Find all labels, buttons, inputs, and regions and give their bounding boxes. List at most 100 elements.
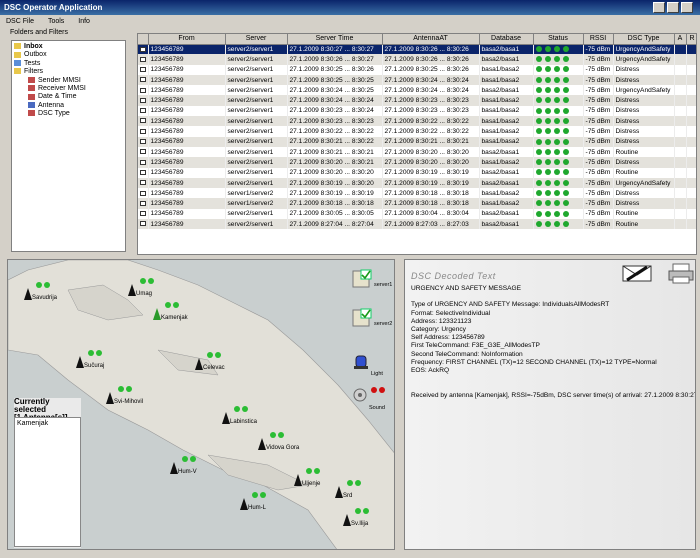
table-cell: basa1/basa2 (479, 198, 534, 209)
column-header[interactable]: Database (479, 34, 534, 45)
selected-antenna[interactable]: Kamenjak (17, 420, 48, 427)
selection-panel: Currently selected [1 Antenna[s]] Kamenj… (14, 398, 81, 548)
tree-item-date-time[interactable]: Date & Time (14, 93, 123, 101)
antenna-hum-v[interactable]: Hum-V (168, 456, 208, 484)
tree-item-inbox[interactable]: Inbox (14, 43, 123, 51)
table-cell: basa1/basa2 (479, 74, 534, 86)
close-button[interactable] (681, 2, 693, 13)
selection-list[interactable]: Kamenjak (14, 417, 81, 547)
table-row[interactable]: 123456789 server2/server1 27.1.2009 8:30:0… (138, 208, 696, 220)
table-cell: -75 dBm (583, 64, 614, 75)
table-cell: UrgencyAndSafety (613, 44, 675, 55)
column-header[interactable]: RSSI (583, 34, 614, 45)
table-cell: Routine (613, 219, 675, 230)
column-header[interactable] (138, 34, 149, 45)
table-row[interactable]: 123456789 server2/server1 27.1.2009 8:30:2… (138, 146, 696, 158)
antenna-labinstica[interactable]: Labinstica (220, 406, 260, 434)
table-cell (674, 177, 687, 189)
tree-item-tests[interactable]: Tests (14, 60, 123, 68)
antenna-uljenje[interactable]: Uljenje (292, 468, 332, 496)
menu-info[interactable]: Info (72, 15, 96, 28)
table-row[interactable]: 123456789 server2/server1 27.1.2009 8:30:2… (138, 54, 696, 65)
status-dots (533, 95, 584, 106)
server1-indicator[interactable]: server1 (352, 269, 392, 291)
column-header[interactable]: R (686, 34, 696, 45)
table-cell (686, 136, 696, 147)
table-row[interactable]: 123456789 server2/server1 27.1.2009 8:30:2… (138, 136, 696, 147)
table-cell: -75 dBm (583, 85, 614, 96)
table-row[interactable]: 123456789 server2/server1 27.1.2009 8:30:2… (138, 74, 696, 86)
table-row[interactable]: 123456789 server2/server1 27.1.2009 8:30:2… (138, 157, 696, 168)
table-row[interactable]: 123456789 server2/server1 27.1.2009 8:30:2… (138, 126, 696, 137)
menu-dsc-file[interactable]: DSC File (0, 15, 40, 28)
tree-item-filters[interactable]: Filters (14, 68, 123, 76)
filter-icon (28, 85, 35, 92)
table-row[interactable]: 123456789 server2/server1 27.1.2009 8:30:2… (138, 64, 696, 75)
mail-ack-icon[interactable] (621, 262, 655, 284)
table-cell: basa1/basa2 (479, 105, 534, 117)
table-cell: 27.1.2009 8:30:22 ... 8:30:22 (287, 126, 383, 137)
light-indicator[interactable]: Light (352, 352, 392, 377)
printer-icon[interactable] (667, 262, 696, 284)
table-cell (686, 177, 696, 189)
column-header[interactable]: AntennaAT (382, 34, 480, 45)
sound-indicator[interactable]: Sound (352, 386, 392, 411)
table-cell: 123456789 (148, 208, 226, 220)
server2-indicator[interactable]: server2 (352, 308, 392, 330)
column-header[interactable]: DSC Type (613, 34, 675, 45)
table-cell: 123456789 (148, 219, 226, 230)
antenna-vidova-gora[interactable]: Vidova Gora (256, 432, 299, 460)
tree-item-sender-mmsi[interactable]: Sender MMSI (14, 77, 123, 85)
table-row[interactable]: 123456789 server2/server1 27.1.2009 8:30:1… (138, 177, 696, 189)
table-cell (674, 198, 687, 209)
table-cell: Distress (613, 64, 675, 75)
table-cell: 27.1.2009 8:30:26 ... 8:30:26 (382, 44, 480, 55)
menu-tools[interactable]: Tools (42, 15, 70, 28)
table-cell (674, 188, 687, 199)
table-row[interactable]: 123456789 server2/server1 27.1.2009 8:30:2… (138, 116, 696, 127)
table-cell: server2/server1 (225, 146, 288, 158)
table-cell: basa2/basa1 (479, 44, 534, 55)
table-row[interactable]: 123456789 server2/server1 27.1.2009 8:30:2… (138, 85, 696, 96)
antenna-savudrija[interactable]: Savudrija (22, 282, 62, 310)
table-cell: 123456789 (148, 85, 226, 96)
row-mail-icon (138, 136, 149, 147)
tree-item-receiver-mmsi[interactable]: Receiver MMSI (14, 85, 123, 93)
antenna-hum-l[interactable]: Hum-L (238, 492, 278, 520)
table-cell (674, 95, 687, 106)
table-cell: 123456789 (148, 157, 226, 168)
antenna-sv-ilija[interactable]: Sv.Ilija (341, 508, 381, 536)
table-cell: server2/server1 (225, 208, 288, 220)
minimize-button[interactable] (653, 2, 665, 13)
table-row[interactable]: 123456789 server2/server1 27.1.2009 8:27:0… (138, 219, 696, 230)
table-cell: 123456789 (148, 126, 226, 137)
table-row[interactable]: 123456789 server2/server1 27.1.2009 8:30:2… (138, 167, 696, 178)
table-row[interactable]: 123456789 server2/server1 27.1.2009 8:30:2… (138, 105, 696, 117)
table-row[interactable]: 123456789 server2/server1 27.1.2009 8:30:2… (138, 95, 696, 106)
column-header[interactable]: Server Time (287, 34, 383, 45)
table-cell: 27.1.2009 8:30:21 ... 8:30:22 (287, 136, 383, 147)
table-cell: basa2/basa1 (479, 167, 534, 178)
tree-item-outbox[interactable]: Outbox (14, 51, 123, 59)
row-mail-icon (138, 95, 149, 106)
antenna-celevac[interactable]: Celevac (193, 352, 233, 380)
column-header[interactable]: From (148, 34, 226, 45)
table-cell: 27.1.2009 8:30:23 ... 8:30:23 (382, 105, 480, 117)
table-cell: Routine (613, 146, 675, 158)
column-header[interactable]: A (674, 34, 687, 45)
antenna-srd[interactable]: Srd (333, 480, 373, 508)
tree-item-dsc-type[interactable]: DSC Type (14, 110, 123, 118)
column-header[interactable]: Status (533, 34, 584, 45)
antenna-kamenjak[interactable]: Kamenjak (151, 302, 191, 330)
column-header[interactable]: Server (225, 34, 288, 45)
table-row[interactable]: 123456789 server1/server2 27.1.2009 8:30:1… (138, 188, 696, 199)
table-row[interactable]: 123456789 server1/server2 27.1.2009 8:30:1… (138, 198, 696, 209)
antenna-svi-mihovil[interactable]: Svi-Mihovil (104, 386, 144, 414)
table-row[interactable]: 123456789 server2/server1 27.1.2009 8:30:2… (138, 44, 696, 55)
table-cell (674, 64, 687, 75)
table-cell: 27.1.2009 8:30:22 ... 8:30:22 (382, 126, 480, 137)
tree-item-antenna[interactable]: Antenna (14, 102, 123, 110)
maximize-button[interactable] (667, 2, 679, 13)
antenna-sucuraj[interactable]: Sučuraj (74, 350, 114, 378)
table-cell: 123456789 (148, 188, 226, 199)
